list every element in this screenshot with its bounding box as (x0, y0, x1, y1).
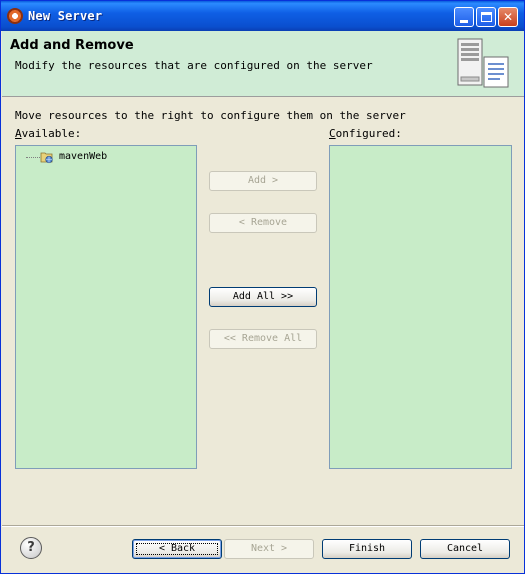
finish-button[interactable]: Finish (322, 539, 412, 559)
window-title: New Server (28, 9, 103, 23)
remove-all-button[interactable]: << Remove All (209, 329, 317, 349)
title-bar[interactable]: New Server ✕ (1, 1, 524, 31)
web-project-icon (40, 152, 53, 164)
configured-label: Configured: (329, 127, 402, 140)
server-wizard-icon (457, 38, 509, 88)
minimize-button[interactable] (454, 7, 474, 27)
maximize-icon (481, 12, 492, 22)
list-item[interactable]: mavenWeb (26, 149, 146, 165)
remove-button[interactable]: < Remove (209, 213, 317, 233)
instruction-text: Move resources to the right to configure… (15, 109, 406, 122)
back-button[interactable]: < Back (132, 539, 222, 559)
new-server-dialog: New Server ✕ Add and Remove Modify the r… (0, 0, 525, 574)
cancel-button[interactable]: Cancel (420, 539, 510, 559)
footer-separator (2, 525, 524, 527)
help-icon[interactable]: ? (20, 537, 42, 559)
close-icon: ✕ (502, 10, 514, 24)
eclipse-icon (7, 8, 23, 24)
configured-resources-list[interactable] (329, 145, 512, 469)
maximize-button[interactable] (476, 7, 496, 27)
tree-connector (26, 157, 40, 158)
page-description: Modify the resources that are configured… (15, 59, 373, 72)
available-label: Available: (15, 127, 82, 140)
page-title: Add and Remove (10, 38, 134, 53)
add-all-button[interactable]: Add All >> (209, 287, 317, 307)
next-button[interactable]: Next > (224, 539, 314, 559)
available-resources-list[interactable]: mavenWeb (15, 145, 197, 469)
close-button[interactable]: ✕ (498, 7, 518, 27)
add-button[interactable]: Add > (209, 171, 317, 191)
wizard-header: Add and Remove Modify the resources that… (2, 31, 524, 97)
tree-item-label: mavenWeb (59, 151, 108, 162)
minimize-icon (460, 20, 468, 23)
